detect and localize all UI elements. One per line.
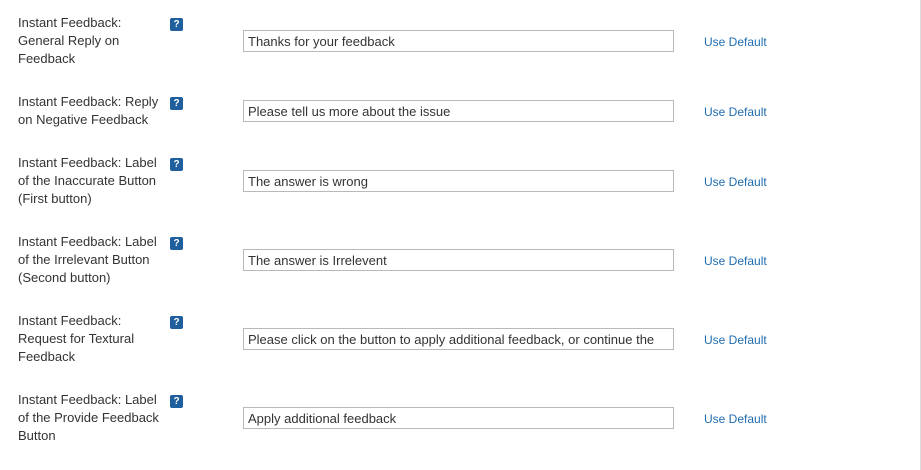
setting-label: Instant Feedback: General Reply on Feedb… bbox=[18, 15, 122, 66]
help-icon[interactable]: ? bbox=[170, 237, 183, 250]
help-icon[interactable]: ? bbox=[170, 395, 183, 408]
textual-feedback-request-input[interactable] bbox=[243, 328, 674, 350]
setting-label: Instant Feedback: Request for Textural F… bbox=[18, 313, 135, 364]
inaccurate-button-label-input[interactable] bbox=[243, 170, 674, 192]
help-icon[interactable]: ? bbox=[170, 18, 183, 31]
help-icon[interactable]: ? bbox=[170, 97, 183, 110]
use-default-link[interactable]: Use Default bbox=[704, 411, 767, 427]
setting-label: Instant Feedback: Label of the Provide F… bbox=[18, 392, 159, 443]
negative-reply-input[interactable] bbox=[243, 100, 674, 122]
use-default-link[interactable]: Use Default bbox=[704, 104, 767, 120]
provide-feedback-button-label-input[interactable] bbox=[243, 407, 674, 429]
help-icon[interactable]: ? bbox=[170, 158, 183, 171]
use-default-link[interactable]: Use Default bbox=[704, 332, 767, 348]
help-icon[interactable]: ? bbox=[170, 316, 183, 329]
use-default-link[interactable]: Use Default bbox=[704, 253, 767, 269]
irrelevant-button-label-input[interactable] bbox=[243, 249, 674, 271]
use-default-link[interactable]: Use Default bbox=[704, 174, 767, 190]
use-default-link[interactable]: Use Default bbox=[704, 34, 767, 50]
setting-label: Instant Feedback: Label of the Inaccurat… bbox=[18, 155, 157, 206]
general-reply-input[interactable] bbox=[243, 30, 674, 52]
setting-label: Instant Feedback: Label of the Irrelevan… bbox=[18, 234, 157, 285]
setting-label: Instant Feedback: Reply on Negative Feed… bbox=[18, 94, 159, 127]
